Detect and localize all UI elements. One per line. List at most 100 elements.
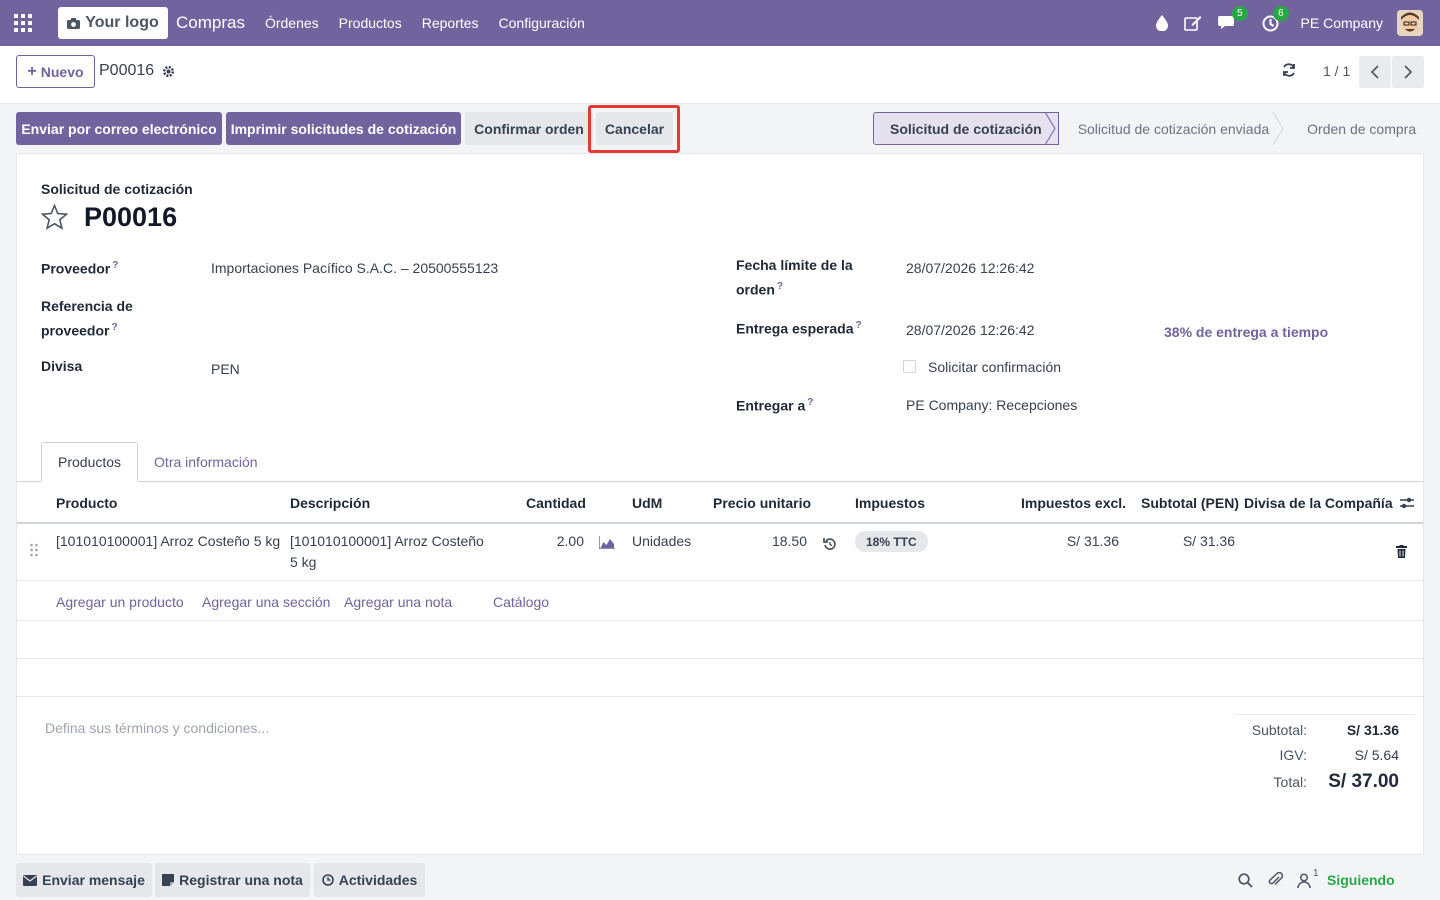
col-udm[interactable]: UdM xyxy=(632,495,662,511)
expected-label: Entrega esperada? xyxy=(736,320,862,337)
col-producto[interactable]: Producto xyxy=(56,495,117,511)
messages-icon[interactable]: 5 xyxy=(1217,6,1248,31)
row-divider xyxy=(17,580,1423,581)
tab-productos[interactable]: Productos xyxy=(41,442,139,482)
cell-description[interactable]: [101010100001] Arroz Costeño 5 kg xyxy=(290,531,484,573)
breadcrumb: P00016 xyxy=(99,62,175,80)
col-impuestos[interactable]: Impuestos xyxy=(855,495,925,511)
tax-tag[interactable]: 18% TTC xyxy=(855,531,928,552)
user-avatar[interactable] xyxy=(1397,10,1423,36)
cell-subtotal: S/ 31.36 xyxy=(1182,533,1235,549)
search-icon[interactable] xyxy=(1238,873,1253,888)
menu-productos[interactable]: Productos xyxy=(339,15,402,31)
add-product-link[interactable]: Agregar un producto xyxy=(56,594,184,610)
add-section-link[interactable]: Agregar una sección xyxy=(202,594,330,610)
record-name: P00016 xyxy=(99,62,155,79)
stage-rfq[interactable]: Solicitud de cotización xyxy=(873,112,1059,145)
company-logo[interactable]: Your logo xyxy=(58,7,168,39)
deliver-to-label: Entregar a? xyxy=(736,397,814,414)
col-impuestos-excl[interactable]: Impuestos excl. xyxy=(1021,495,1126,511)
column-settings-icon[interactable] xyxy=(1399,496,1415,510)
notebook-tabs: Productos Otra información xyxy=(41,442,274,482)
table-header-divider xyxy=(17,522,1423,524)
send-message-button[interactable]: Enviar mensaje xyxy=(16,863,152,897)
row-divider xyxy=(17,658,1423,659)
col-subtotal[interactable]: Subtotal (PEN) xyxy=(1141,495,1239,511)
log-note-button[interactable]: Registrar una nota xyxy=(155,863,310,897)
following-button[interactable]: Siguiendo xyxy=(1327,872,1395,888)
expected-field[interactable]: 28/07/2026 12:26:42 xyxy=(906,322,1034,338)
log-note-label: Registrar una nota xyxy=(179,872,303,888)
top-navbar: Your logo Compras Órdenes Productos Repo… xyxy=(0,0,1440,46)
menu-ordenes[interactable]: Órdenes xyxy=(265,15,319,31)
ask-confirm-checkbox[interactable] xyxy=(903,360,916,373)
plus-icon: + xyxy=(27,62,37,80)
cell-product[interactable]: [101010100001] Arroz Costeño 5 kg xyxy=(56,531,280,552)
edit-icon[interactable] xyxy=(1183,15,1202,31)
cell-price[interactable]: 18.50 xyxy=(757,531,807,552)
delete-trash-icon[interactable] xyxy=(1396,545,1407,558)
vendor-label: Proveedor? xyxy=(41,260,119,277)
col-cantidad[interactable]: Cantidad xyxy=(526,495,586,511)
logo-text: Your logo xyxy=(85,14,159,31)
apps-menu-icon[interactable] xyxy=(0,0,46,46)
stage-purchase-order[interactable]: Orden de compra xyxy=(1285,112,1433,145)
gear-icon[interactable] xyxy=(162,65,175,78)
forecast-chart-icon[interactable] xyxy=(599,536,615,549)
stage-arrows xyxy=(1045,112,1284,145)
cell-uom[interactable]: Unidades xyxy=(632,531,691,552)
refresh-icon[interactable] xyxy=(1282,63,1296,80)
followers-count: 1 xyxy=(1313,868,1319,879)
messages-badge: 5 xyxy=(1231,6,1248,21)
menu-configuracion[interactable]: Configuración xyxy=(499,15,585,31)
tab-otra-informacion[interactable]: Otra información xyxy=(138,442,273,482)
menu-reportes[interactable]: Reportes xyxy=(422,15,479,31)
send-email-button[interactable]: Enviar por correo electrónico xyxy=(16,112,222,145)
reset-price-icon[interactable] xyxy=(823,537,837,551)
total-value: S/ 37.00 xyxy=(1328,771,1399,792)
catalog-link[interactable]: Catálogo xyxy=(493,594,549,610)
cancel-highlight-box xyxy=(588,105,680,153)
form-sheet: Solicitud de cotización P00016 Proveedor… xyxy=(16,153,1424,855)
cell-tax-excl: S/ 31.36 xyxy=(1066,533,1119,549)
row-divider xyxy=(17,620,1423,621)
envelope-icon xyxy=(23,874,38,886)
deadline-field[interactable]: 28/07/2026 12:26:42 xyxy=(906,260,1034,276)
followers-icon[interactable] xyxy=(1297,873,1311,888)
app-name[interactable]: Compras xyxy=(176,13,245,33)
company-switcher[interactable]: PE Company xyxy=(1301,15,1383,31)
currency-label: Divisa xyxy=(41,358,83,374)
pager-previous-button[interactable] xyxy=(1359,56,1391,88)
on-time-link[interactable]: 38% de entrega a tiempo xyxy=(1164,324,1328,340)
send-message-label: Enviar mensaje xyxy=(42,872,145,888)
print-rfq-button[interactable]: Imprimir solicitudes de cotización xyxy=(226,112,461,145)
add-note-link[interactable]: Agregar una nota xyxy=(344,594,452,610)
activities-badge: 6 xyxy=(1272,5,1289,21)
subtotal-label: Subtotal: xyxy=(1251,722,1307,738)
vendor-ref-field[interactable] xyxy=(211,304,701,326)
clock-icon xyxy=(321,874,334,886)
col-divisa-compania[interactable]: Divisa de la Compañía xyxy=(1244,495,1393,511)
cell-quantity[interactable]: 2.00 xyxy=(537,531,584,552)
activities-icon[interactable]: 6 xyxy=(1262,5,1289,32)
deadline-label: Fecha límite de la orden? xyxy=(736,257,853,298)
paperclip-icon[interactable] xyxy=(1268,872,1283,888)
drag-handle-icon[interactable] xyxy=(29,543,39,557)
star-icon[interactable] xyxy=(41,204,68,230)
subtotal-value: S/ 31.36 xyxy=(1346,722,1399,738)
activities-button[interactable]: Actividades xyxy=(314,863,425,897)
row-divider xyxy=(17,696,1423,697)
confirm-order-button[interactable]: Confirmar orden xyxy=(465,112,593,145)
pager-next-button[interactable] xyxy=(1392,56,1424,88)
terms-input[interactable]: Defina sus términos y condiciones... xyxy=(45,720,269,736)
deliver-to-field[interactable]: PE Company: Recepciones xyxy=(906,397,1077,413)
col-precio-unitario[interactable]: Precio unitario xyxy=(713,495,811,511)
drop-icon[interactable] xyxy=(1155,15,1168,31)
col-descripcion[interactable]: Descripción xyxy=(290,495,370,511)
currency-field[interactable]: PEN xyxy=(211,361,240,377)
igv-label: IGV: xyxy=(1279,747,1308,763)
pager-value[interactable]: 1 / 1 xyxy=(1323,63,1350,79)
new-button[interactable]: + Nuevo xyxy=(16,55,95,88)
vendor-ref-label: Referencia de proveedor? xyxy=(41,298,133,339)
vendor-field[interactable]: Importaciones Pacífico S.A.C. – 20500555… xyxy=(211,260,498,276)
